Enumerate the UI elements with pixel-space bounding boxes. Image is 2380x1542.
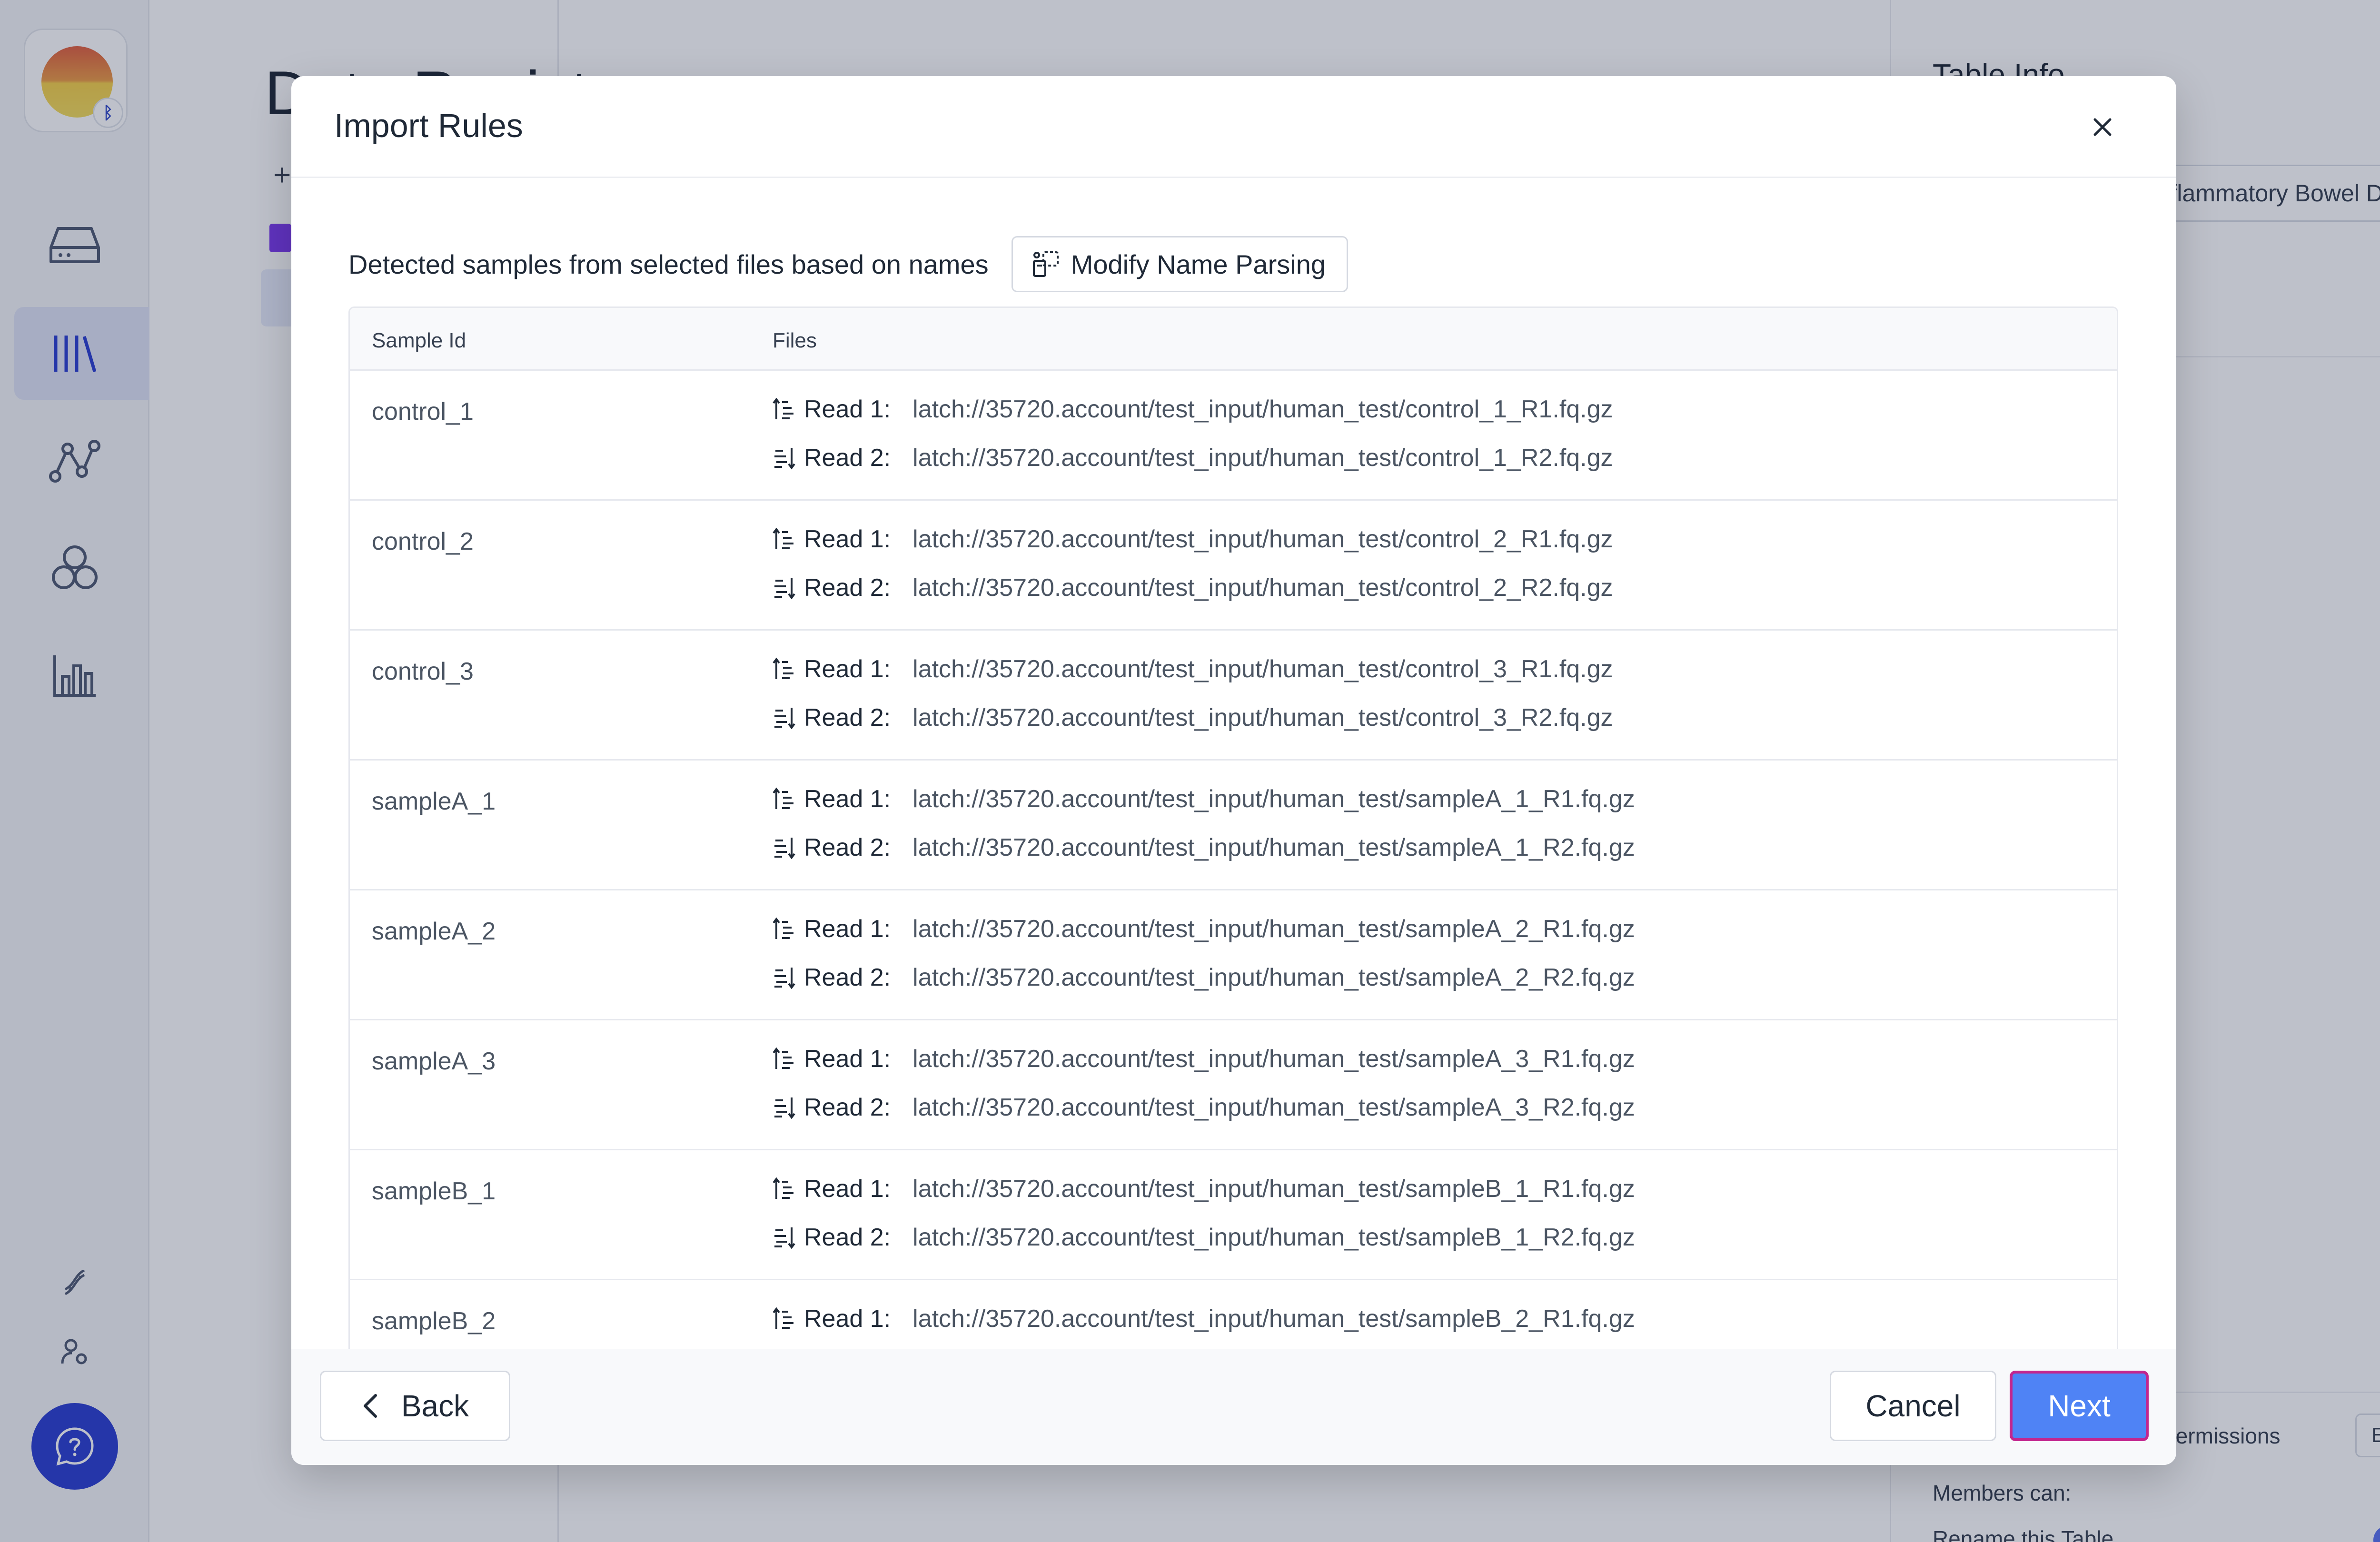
file-line: Read 2: latch://35720.account/test_input/… [773, 831, 1635, 864]
read-label: Read 1: [804, 525, 891, 553]
file-path[interactable]: latch://35720.account/test_input/human_t… [912, 703, 1613, 732]
read-label: Read 2: [804, 444, 891, 472]
file-path[interactable]: latch://35720.account/test_input/human_t… [912, 785, 1635, 813]
file-line: Read 2: latch://35720.account/test_input/… [773, 1221, 1635, 1254]
file-line: Read 1: latch://35720.account/test_input/… [773, 1172, 1635, 1206]
table-row: sampleA_2 Read 1: latch://35720.account/te… [350, 890, 2117, 1020]
file-path[interactable]: latch://35720.account/test_input/human_t… [912, 655, 1613, 683]
table-row: sampleB_2 Read 1: latch://35720.account/te… [350, 1280, 2117, 1349]
read1-icon [773, 917, 796, 941]
read-label: Read 2: [804, 834, 891, 861]
file-line: Read 1: latch://35720.account/test_input/… [773, 1042, 1635, 1076]
modify-name-parsing-label: Modify Name Parsing [1071, 249, 1326, 279]
column-sample-id: Sample Id [372, 329, 466, 352]
modal-title: Import Rules [334, 107, 523, 144]
table-row: sampleA_3 Read 1: latch://35720.account/te… [350, 1020, 2117, 1150]
detect-row: Detected samples from selected files bas… [348, 236, 1348, 292]
file-path[interactable]: latch://35720.account/test_input/human_t… [912, 915, 1635, 943]
file-path[interactable]: latch://35720.account/test_input/human_t… [912, 525, 1613, 554]
read1-icon [773, 787, 796, 811]
read-label: Read 2: [804, 704, 891, 731]
file-line: Read 2: latch://35720.account/test_input/… [773, 701, 1613, 734]
table-row: control_1 Read 1: latch://35720.account/te… [350, 371, 2117, 501]
read2-icon [773, 836, 796, 860]
read-label: Read 1: [804, 1305, 891, 1333]
cancel-button[interactable]: Cancel [1830, 1371, 1996, 1441]
read-label: Read 1: [804, 395, 891, 423]
sample-id-cell: sampleA_1 [372, 788, 496, 815]
file-path[interactable]: latch://35720.account/test_input/human_t… [912, 833, 1635, 862]
file-line: Read 2: latch://35720.account/test_input/… [773, 441, 1613, 474]
read-label: Read 1: [804, 915, 891, 943]
table-row: sampleB_1 Read 1: latch://35720.account/te… [350, 1150, 2117, 1280]
read2-icon [773, 966, 796, 989]
read1-icon [773, 1047, 796, 1071]
file-line: Read 1: latch://35720.account/test_input/… [773, 912, 1635, 946]
read2-icon [773, 1096, 796, 1119]
file-path[interactable]: latch://35720.account/test_input/human_t… [912, 1045, 1635, 1073]
table-row: control_3 Read 1: latch://35720.account/te… [350, 631, 2117, 761]
detected-samples-text: Detected samples from selected files bas… [348, 249, 989, 279]
read-label: Read 2: [804, 574, 891, 602]
read-label: Read 1: [804, 1175, 891, 1203]
file-line: Read 2: latch://35720.account/test_input/… [773, 1091, 1635, 1124]
samples-table: Sample Id Files control_1 Read 1: latch://… [348, 306, 2118, 1349]
read-label: Read 2: [804, 1224, 891, 1251]
read2-icon [773, 446, 796, 470]
modify-name-parsing-button[interactable]: Modify Name Parsing [1011, 236, 1348, 292]
sample-id-cell: control_2 [372, 528, 474, 555]
read1-icon [773, 527, 796, 551]
file-path[interactable]: latch://35720.account/test_input/human_t… [912, 1093, 1635, 1122]
modal-header: Import Rules [291, 76, 2176, 178]
read-label: Read 1: [804, 655, 891, 683]
file-line: Read 1: latch://35720.account/test_input/… [773, 393, 1613, 426]
file-path[interactable]: latch://35720.account/test_input/human_t… [912, 1223, 1635, 1252]
sample-id-cell: control_1 [372, 398, 474, 425]
table-body: control_1 Read 1: latch://35720.account/te… [350, 371, 2117, 1349]
close-icon [2093, 118, 2112, 136]
read2-icon [773, 706, 796, 730]
file-path[interactable]: latch://35720.account/test_input/human_t… [912, 444, 1613, 472]
table-header: Sample Id Files [350, 308, 2117, 371]
back-label: Back [401, 1389, 469, 1423]
file-line: Read 2: latch://35720.account/test_input/… [773, 571, 1613, 604]
table-row: sampleA_1 Read 1: latch://35720.account/te… [350, 761, 2117, 890]
parse-name-icon [1032, 251, 1059, 277]
read2-icon [773, 1226, 796, 1249]
sample-id-cell: control_3 [372, 658, 474, 685]
file-path[interactable]: latch://35720.account/test_input/human_t… [912, 395, 1613, 424]
read1-icon [773, 397, 796, 421]
read-label: Read 1: [804, 1045, 891, 1073]
chevron-left-icon [363, 1394, 377, 1418]
file-line: Read 1: latch://35720.account/test_input/… [773, 652, 1613, 686]
back-button[interactable]: Back [320, 1371, 510, 1441]
close-button[interactable] [2081, 106, 2124, 148]
file-path[interactable]: latch://35720.account/test_input/human_t… [912, 963, 1635, 992]
file-path[interactable]: latch://35720.account/test_input/human_t… [912, 1175, 1635, 1203]
sample-id-cell: sampleB_1 [372, 1177, 496, 1205]
modal-footer: Back Cancel Next [291, 1349, 2176, 1465]
read1-icon [773, 1307, 796, 1331]
column-files: Files [773, 329, 817, 352]
table-row: control_2 Read 1: latch://35720.account/te… [350, 501, 2117, 631]
file-path[interactable]: latch://35720.account/test_input/human_t… [912, 1305, 1635, 1333]
sample-id-cell: sampleA_3 [372, 1048, 496, 1075]
read2-icon [773, 576, 796, 600]
file-line: Read 1: latch://35720.account/test_input/… [773, 523, 1613, 556]
sample-id-cell: sampleA_2 [372, 918, 496, 945]
sample-id-cell: sampleB_2 [372, 1307, 496, 1335]
file-line: Read 1: latch://35720.account/test_input/… [773, 782, 1635, 816]
file-path[interactable]: latch://35720.account/test_input/human_t… [912, 573, 1613, 602]
file-line: Read 1: latch://35720.account/test_input/… [773, 1302, 1635, 1335]
read1-icon [773, 657, 796, 681]
import-rules-modal: Import Rules Detected samples from selec… [291, 76, 2176, 1465]
read-label: Read 2: [804, 964, 891, 991]
file-line: Read 2: latch://35720.account/test_input/… [773, 961, 1635, 994]
read-label: Read 1: [804, 785, 891, 813]
next-button[interactable]: Next [2010, 1371, 2149, 1441]
read-label: Read 2: [804, 1094, 891, 1121]
read1-icon [773, 1177, 796, 1201]
